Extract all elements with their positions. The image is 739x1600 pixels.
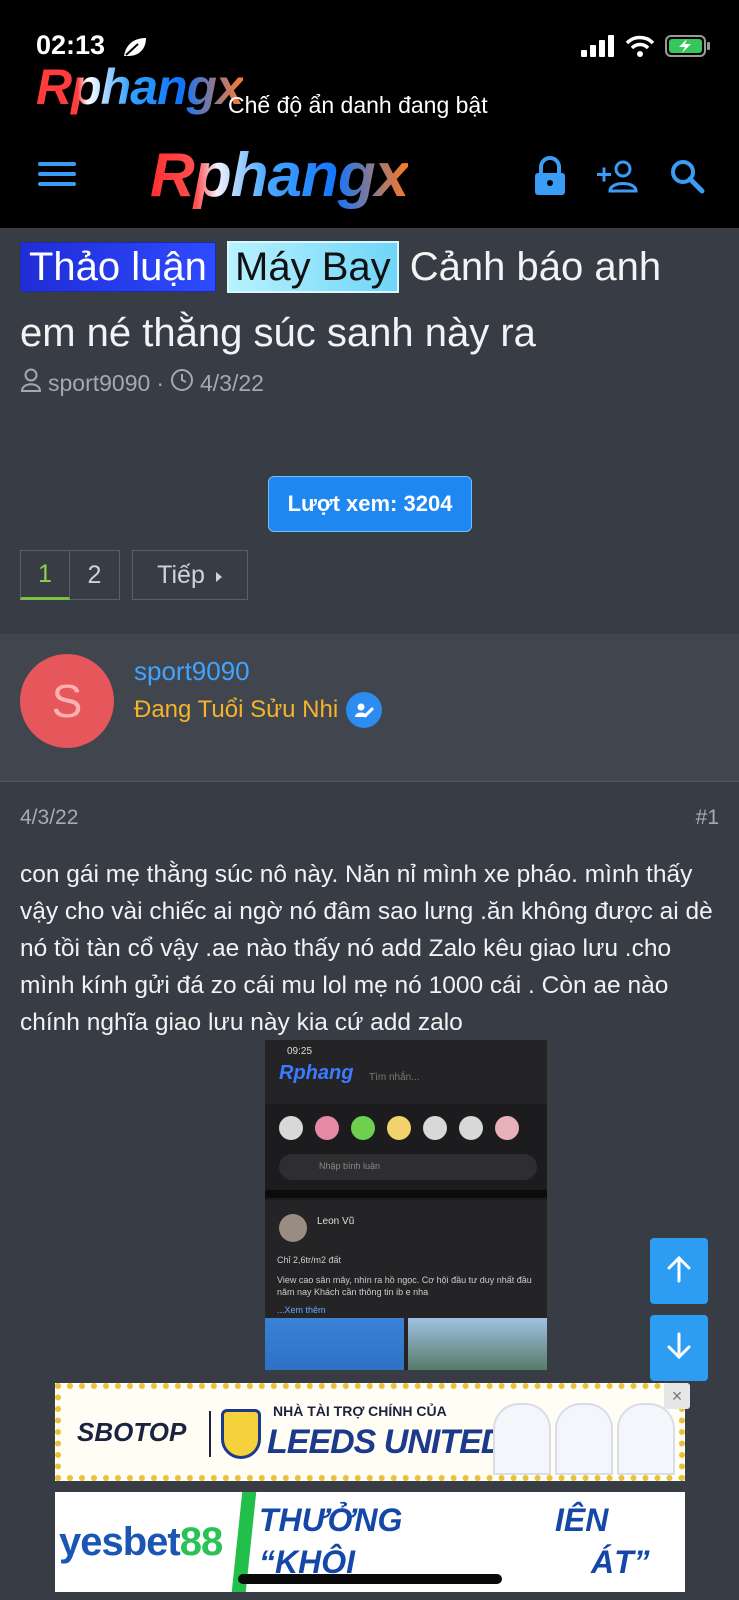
signal-icon: [581, 35, 615, 62]
yesbet-text: yesbet: [59, 1520, 181, 1564]
sticker: [495, 1116, 519, 1140]
status-time: 02:13: [36, 30, 106, 60]
embed-line-2: View cao sân mây, nhìn ra hồ ngọc. Cơ hộ…: [277, 1275, 532, 1297]
incognito-banner: Chế độ ẩn danh đang bật: [228, 92, 488, 118]
embed-logo: Rphang: [279, 1062, 354, 1084]
lock-icon[interactable]: [533, 156, 567, 201]
player-figure: [493, 1403, 551, 1475]
sticker: [459, 1116, 483, 1140]
embed-avatar: [279, 1214, 307, 1242]
embed-photo: [265, 1318, 404, 1370]
post-date[interactable]: 4/3/22: [20, 806, 78, 830]
pagination: 1 2 Tiếp: [20, 550, 248, 600]
embed-header: 09:25 Rphang Tìm nhắn...: [265, 1040, 547, 1104]
prefix-badge-plane[interactable]: Máy Bay: [227, 241, 399, 293]
embed-name: Leon Vũ: [317, 1216, 355, 1227]
embed-comment-input: Nhập bình luận: [279, 1154, 537, 1180]
club-crest: [221, 1409, 261, 1459]
home-indicator[interactable]: [238, 1574, 502, 1584]
arrow-up-icon: [666, 1255, 692, 1288]
page-1-link[interactable]: 1: [20, 550, 70, 600]
thread-author[interactable]: sport9090: [48, 370, 150, 397]
wifi-icon: [625, 35, 655, 62]
ad-close-button[interactable]: ×: [664, 1383, 690, 1409]
caret-right-icon: [215, 561, 223, 590]
post-number[interactable]: #1: [696, 806, 719, 830]
embed-separator: [265, 1190, 547, 1198]
ad-text-3: IÊN: [555, 1502, 609, 1538]
ad-players: [493, 1389, 679, 1475]
search-icon[interactable]: [669, 158, 705, 199]
sticker: [387, 1116, 411, 1140]
ad-text-4: ÁT”: [591, 1544, 650, 1580]
verified-icon: [346, 692, 383, 728]
sticker: [279, 1116, 303, 1140]
battery-icon: [665, 34, 711, 63]
prefix-badge-discussion[interactable]: Thảo luận: [20, 242, 216, 292]
player-figure: [617, 1403, 675, 1475]
arrow-down-icon: [666, 1332, 692, 1365]
ad-banner-sbotop[interactable]: SBOTOP NHÀ TÀI TRỢ CHÍNH CỦA LEEDS UNITE…: [55, 1383, 685, 1481]
ad-text-1: THƯỞNG: [259, 1502, 403, 1538]
ad-club-name: LEEDS UNITED: [267, 1423, 505, 1461]
embed-photo: [408, 1318, 547, 1370]
thread-title: Thảo luận Máy Bay Cảnh báo anh em né thằ…: [20, 234, 720, 366]
sticker: [315, 1116, 339, 1140]
user-title: Đang Tuổi Sửu Nhi: [134, 692, 383, 728]
embed-time: 09:25: [287, 1046, 313, 1057]
ad-sponsor-text: NHÀ TÀI TRỢ CHÍNH CỦA: [273, 1403, 447, 1419]
add-user-icon[interactable]: [595, 159, 641, 198]
sticker: [423, 1116, 447, 1140]
meta-separator: ·: [156, 369, 164, 396]
player-figure: [555, 1403, 613, 1475]
site-logo[interactable]: Rphangx: [150, 140, 409, 211]
scroll-bottom-button[interactable]: [650, 1315, 708, 1381]
post-author-block: S sport9090 Đang Tuổi Sửu Nhi: [0, 634, 739, 782]
avatar[interactable]: S: [20, 654, 114, 748]
embed-line-3: ...Xem thêm: [277, 1305, 326, 1315]
thread-date[interactable]: 4/3/22: [200, 370, 264, 397]
small-logo: Rphangx: [36, 59, 244, 115]
embed-stickers: [279, 1116, 519, 1140]
view-count-button[interactable]: Lượt xem: 3204: [268, 476, 472, 532]
next-page-button[interactable]: Tiếp: [132, 550, 248, 600]
status-icons: [581, 34, 711, 63]
ad-divider: [209, 1411, 211, 1457]
user-icon: [20, 368, 42, 398]
scroll-top-button[interactable]: [650, 1238, 708, 1304]
sticker: [351, 1116, 375, 1140]
ad-brand-yesbet: yesbet88: [59, 1520, 223, 1565]
page-2-link[interactable]: 2: [70, 550, 120, 600]
clock-icon: [170, 368, 194, 398]
ad-brand-sbotop: SBOTOP: [77, 1417, 187, 1447]
thread-meta: sport9090 · 4/3/22: [20, 368, 264, 398]
embed-photos: [265, 1318, 547, 1370]
user-title-text: Đang Tuổi Sửu Nhi: [134, 696, 339, 723]
yesbet-number: 88: [179, 1520, 223, 1564]
menu-icon[interactable]: [38, 160, 76, 193]
embed-line-1: Chỉ 2,6tr/m2 đất: [277, 1255, 342, 1265]
embedded-screenshot[interactable]: 09:25 Rphang Tìm nhắn... Nhập bình luận …: [265, 1040, 547, 1370]
nav-actions: [533, 156, 705, 201]
next-label: Tiếp: [157, 560, 205, 589]
post-body: con gái mẹ thằng súc nô này. Năn nỉ mình…: [20, 861, 713, 1036]
post-username[interactable]: sport9090: [134, 656, 250, 687]
embed-search: Tìm nhắn...: [369, 1072, 420, 1083]
